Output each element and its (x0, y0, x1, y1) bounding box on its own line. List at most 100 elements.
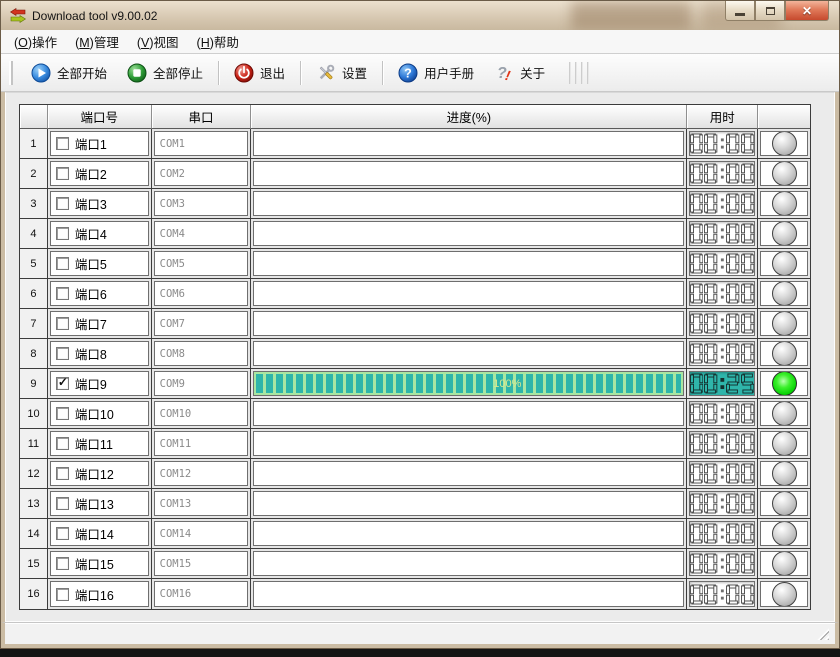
port-checkbox[interactable] (56, 557, 69, 570)
port-checkbox[interactable] (56, 437, 69, 450)
port-checkbox[interactable] (56, 467, 69, 480)
header-time[interactable]: 用时 (687, 105, 758, 129)
progress-cell (251, 459, 687, 489)
port-checkbox[interactable] (56, 167, 69, 180)
close-button[interactable]: ✕ (785, 1, 829, 21)
com-value: COM15 (160, 558, 192, 570)
serial-cell: COM10 (152, 399, 252, 429)
exit-button[interactable]: 退出 (224, 57, 295, 89)
desktop-strip (0, 649, 840, 657)
status-light (772, 582, 797, 607)
time-cell (687, 339, 758, 369)
com-input[interactable]: COM3 (154, 191, 249, 216)
com-input[interactable]: COM5 (154, 251, 249, 276)
maximize-button[interactable] (755, 1, 785, 21)
com-input[interactable]: COM7 (154, 311, 249, 336)
status-cell (758, 219, 810, 249)
row-index: 4 (30, 228, 36, 240)
port-cell: 端口9 (48, 369, 152, 399)
stop-all-button[interactable]: 全部停止 (117, 57, 213, 89)
com-input[interactable]: COM16 (154, 581, 249, 607)
com-input[interactable]: COM12 (154, 461, 249, 486)
row-index: 9 (30, 378, 36, 390)
menubar: (O)操作 (M)管理 (V)视图 (H)帮助 (1, 30, 839, 54)
status-cell (758, 459, 810, 489)
com-input[interactable]: COM14 (154, 521, 249, 546)
com-value: COM6 (160, 288, 185, 300)
status-cell (758, 489, 810, 519)
client-area: 端口号 串口 进度(%) 用时 1 端口1 COM1 (1, 92, 839, 622)
com-input[interactable]: COM1 (154, 131, 249, 156)
port-checkbox[interactable] (56, 287, 69, 300)
row-index: 14 (27, 528, 39, 540)
menu-help[interactable]: (H)帮助 (188, 29, 248, 54)
about-button[interactable]: ? ! 关于 (484, 57, 555, 89)
serial-cell: COM11 (152, 429, 252, 459)
port-label: 端口16 (75, 585, 114, 604)
port-checkbox[interactable] (56, 317, 69, 330)
com-input[interactable]: COM9 (154, 371, 249, 396)
serial-cell: COM12 (152, 459, 252, 489)
titlebar-background-blob (571, 1, 691, 30)
play-circle-icon (31, 63, 51, 83)
table-row: 9 端口9 COM9 100% (20, 369, 810, 399)
com-input[interactable]: COM15 (154, 551, 249, 576)
minimize-button[interactable] (725, 1, 755, 21)
time-display (689, 191, 755, 216)
table-row: 7 端口7 COM7 (20, 309, 810, 339)
row-index: 1 (30, 138, 36, 150)
table-row: 8 端口8 COM8 (20, 339, 810, 369)
com-value: COM11 (160, 438, 192, 450)
menu-view[interactable]: (V)视图 (128, 29, 188, 54)
row-index-cell: 15 (20, 549, 48, 579)
port-checkbox[interactable] (56, 197, 69, 210)
help-circle-icon: ? (398, 63, 418, 83)
port-cell: 端口5 (48, 249, 152, 279)
port-checkbox[interactable] (56, 257, 69, 270)
resize-grip-icon[interactable] (816, 627, 829, 640)
port-checkbox[interactable] (56, 137, 69, 150)
toolbar-grip-right[interactable] (569, 62, 589, 84)
com-input[interactable]: COM4 (154, 221, 249, 246)
com-value: COM9 (160, 378, 185, 390)
port-checkbox[interactable] (56, 588, 69, 601)
com-input[interactable]: COM10 (154, 401, 249, 426)
time-cell (687, 189, 758, 219)
toolbar-grip[interactable] (9, 61, 13, 85)
row-index: 7 (30, 318, 36, 330)
header-progress[interactable]: 进度(%) (251, 105, 687, 129)
com-input[interactable]: COM11 (154, 431, 249, 456)
header-serial[interactable]: 串口 (152, 105, 252, 129)
titlebar[interactable]: Download tool v9.00.02 ✕ (1, 1, 839, 30)
toolbar: 全部开始 全部停止 退出 (1, 54, 839, 92)
header-index (20, 105, 48, 129)
com-input[interactable]: COM8 (154, 341, 249, 366)
status-cell (758, 579, 810, 609)
menu-operation[interactable]: (O)操作 (5, 29, 66, 54)
port-checkbox[interactable] (56, 407, 69, 420)
com-value: COM5 (160, 258, 185, 270)
com-input[interactable]: COM13 (154, 491, 249, 516)
header-port[interactable]: 端口号 (48, 105, 152, 129)
menu-manage[interactable]: (M)管理 (66, 29, 128, 54)
port-checkbox[interactable] (56, 347, 69, 360)
com-input[interactable]: COM2 (154, 161, 249, 186)
table-row: 6 端口6 COM6 (20, 279, 810, 309)
port-checkbox[interactable] (56, 497, 69, 510)
port-label: 端口7 (75, 314, 107, 333)
minimize-icon (735, 13, 745, 16)
time-cell (687, 159, 758, 189)
port-checkbox[interactable] (56, 527, 69, 540)
port-checkbox[interactable] (56, 377, 69, 390)
settings-button[interactable]: 设置 (306, 57, 377, 89)
start-all-button[interactable]: 全部开始 (21, 57, 117, 89)
status-cell (758, 369, 810, 399)
time-display (689, 551, 755, 576)
user-manual-button[interactable]: ? 用户手册 (388, 57, 484, 89)
about-label: 关于 (520, 63, 545, 82)
header-status (758, 105, 810, 129)
close-icon: ✕ (802, 4, 812, 18)
time-cell (687, 489, 758, 519)
port-checkbox[interactable] (56, 227, 69, 240)
com-input[interactable]: COM6 (154, 281, 249, 306)
